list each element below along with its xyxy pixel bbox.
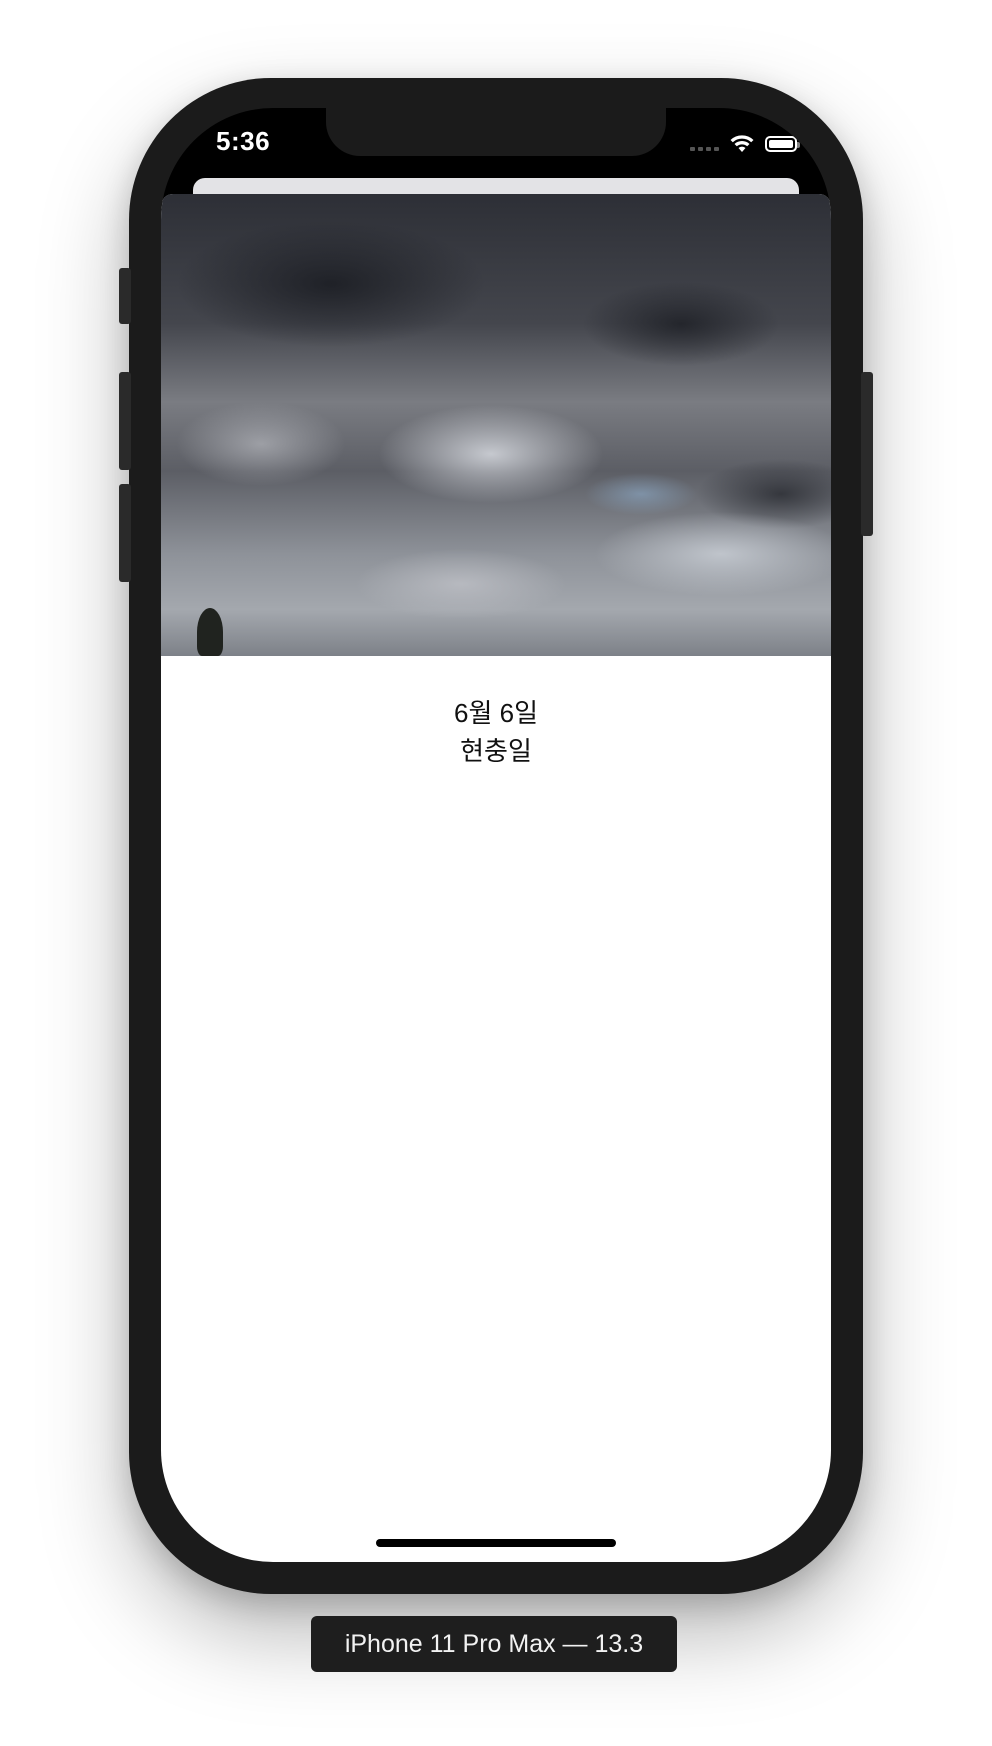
notch	[326, 108, 666, 156]
volume-up-button	[119, 372, 131, 470]
battery-icon	[765, 136, 800, 152]
status-bar-icons	[690, 132, 800, 156]
holiday-name: 현충일	[460, 736, 532, 766]
home-indicator[interactable]	[376, 1539, 616, 1547]
device-screen: 5:36 6월 6일 현충일	[161, 108, 831, 1562]
status-bar-time: 5:36	[216, 126, 271, 156]
modal-sheet[interactable]: 6월 6일 현충일	[161, 194, 831, 1562]
holiday-date: 6월 6일	[454, 698, 538, 728]
volume-down-button	[119, 484, 131, 582]
tree-silhouette	[197, 608, 223, 656]
wifi-icon	[730, 135, 754, 152]
simulator-device-label: iPhone 11 Pro Max — 13.3	[311, 1616, 677, 1672]
iphone-device-frame: 5:36 6월 6일 현충일	[119, 78, 873, 1594]
simulator-stage: 5:36 6월 6일 현충일 iPhone 11 Pro Max — 13.3	[0, 0, 992, 1746]
silent-switch	[119, 268, 131, 324]
cellular-icon	[690, 137, 719, 151]
cloudy-sky-image	[161, 194, 831, 656]
power-button	[861, 372, 873, 536]
holiday-info: 6월 6일 현충일	[161, 694, 831, 770]
